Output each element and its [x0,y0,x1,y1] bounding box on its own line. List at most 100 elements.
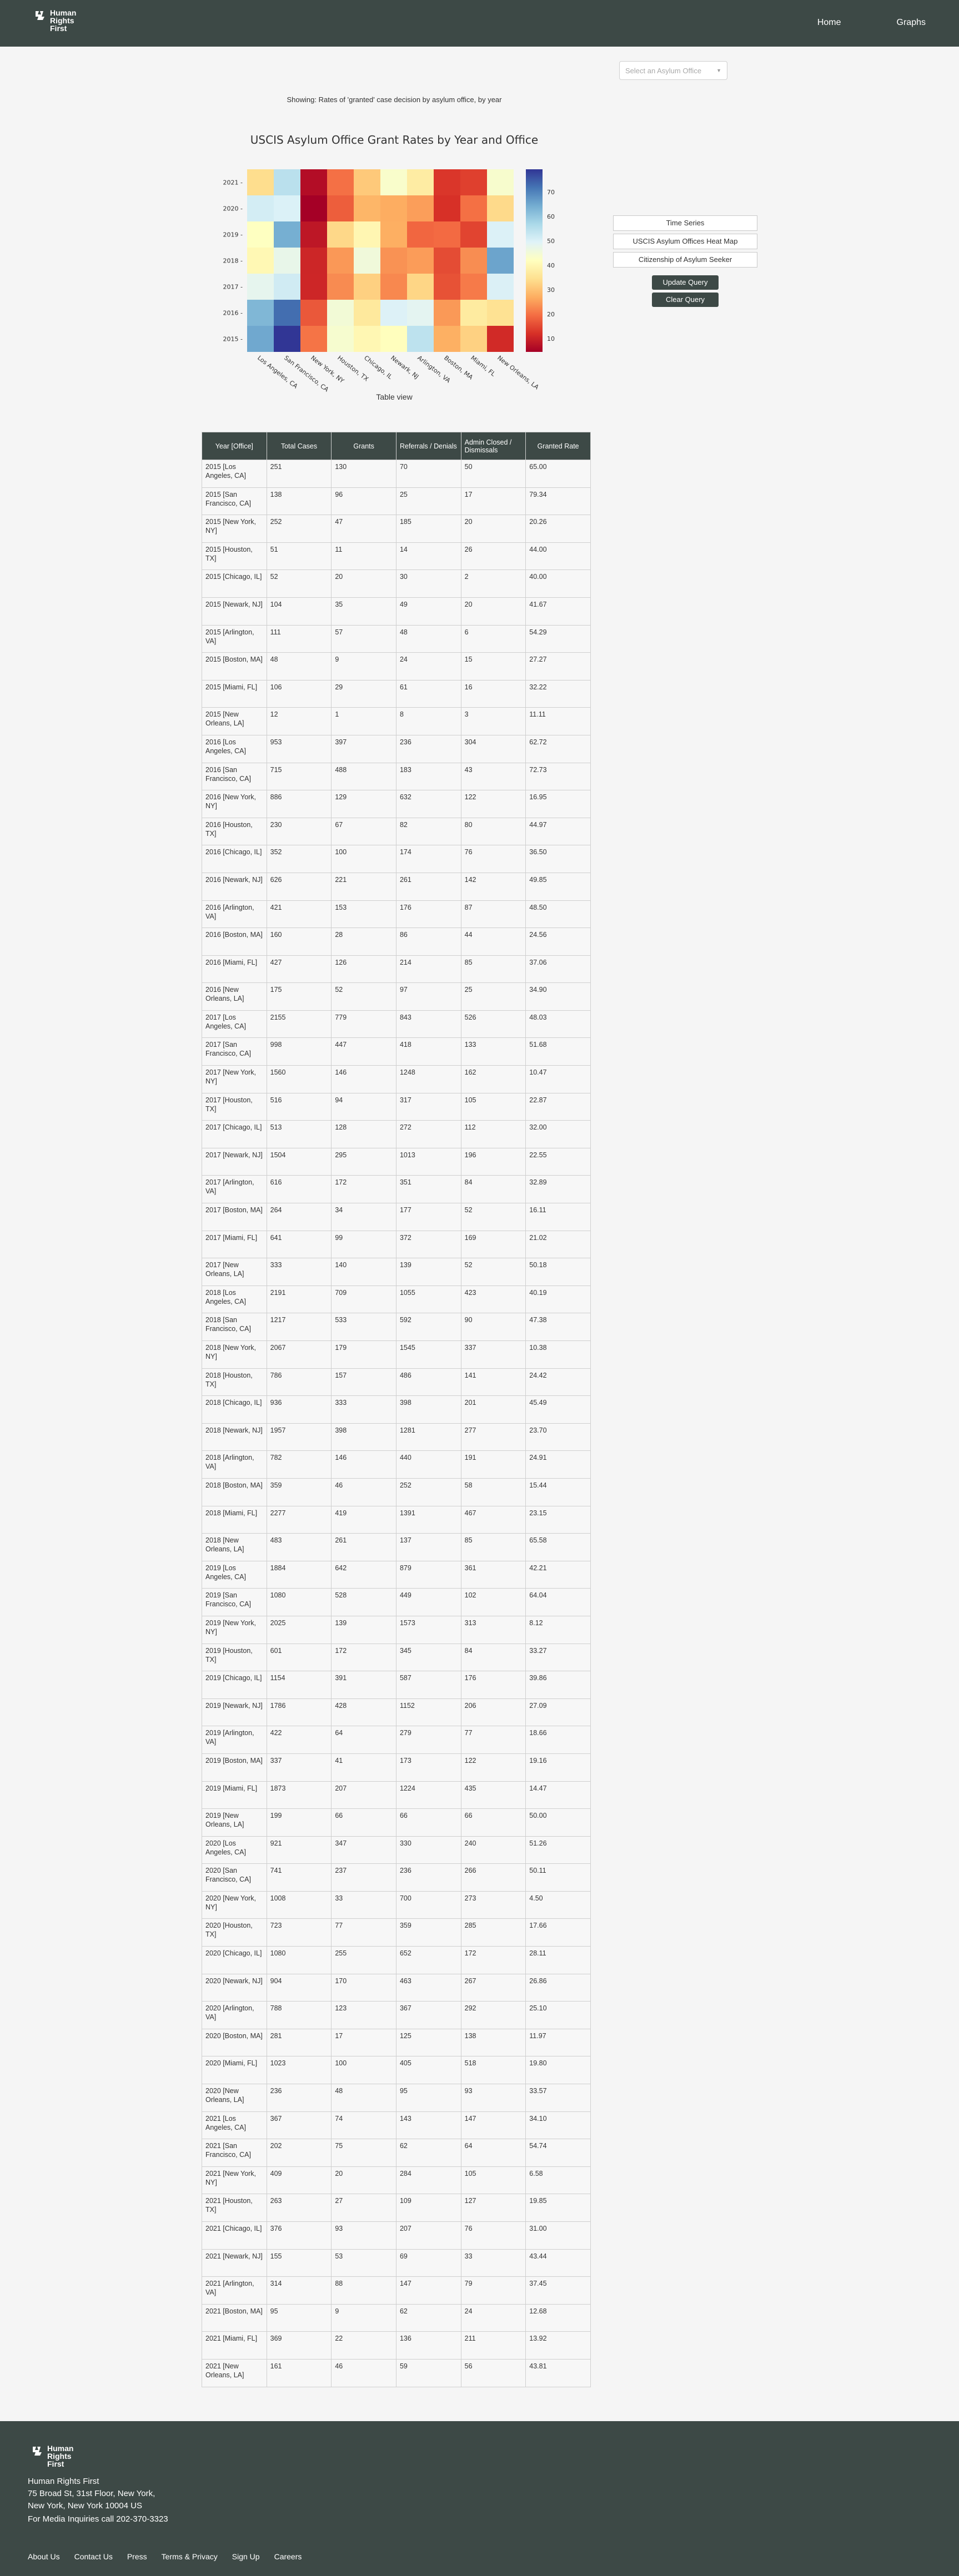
heatmap-cell[interactable] [487,195,514,221]
heatmap-cell[interactable] [380,300,407,326]
heatmap-cell[interactable] [434,326,460,352]
heatmap-cell[interactable] [300,300,327,326]
grant-rate-heatmap[interactable]: 2021 - 2020 - 2019 - 2018 - 2017 - 2016 - 2015… [189,161,600,394]
footer-link-press[interactable]: Press [127,2552,147,2561]
footer-link-signup[interactable]: Sign Up [232,2552,260,2561]
heatmap-cell[interactable] [247,169,274,195]
heatmap-cell[interactable] [407,300,434,326]
heatmap-cell[interactable] [407,195,434,221]
heatmap-cell[interactable] [300,221,327,248]
heatmap-cell[interactable] [460,274,487,300]
heatmap-cell[interactable] [407,169,434,195]
heatmap-cell[interactable] [354,300,380,326]
heatmap-cell[interactable] [487,300,514,326]
heatmap-cell[interactable] [487,274,514,300]
heatmap-cell[interactable] [274,221,300,248]
update-query-button[interactable]: Update Query [652,275,719,290]
footer-link-contact[interactable]: Contact Us [74,2552,113,2561]
heatmap-cell[interactable] [274,326,300,352]
table-cell: 17 [331,2028,396,2057]
table-row: 2015 [Newark, NJ] 104 35 49 20 41.67 [202,597,591,626]
heatmap-cell[interactable] [300,326,327,352]
heatmap-cell[interactable] [487,326,514,352]
nav-home-link[interactable]: Home [817,18,841,28]
heatmap-cell[interactable] [407,326,434,352]
table-cell: 155 [266,2249,332,2277]
table-cell: 2017 [Newark, NJ] [202,1147,267,1176]
heatmap-cell[interactable] [434,169,460,195]
table-cell: 141 [460,1368,526,1397]
table-cell: 97 [395,982,461,1011]
citizenship-option[interactable]: Citizenship of Asylum Seeker [613,252,757,268]
heatmap-cell[interactable] [380,248,407,274]
heatmap-cell[interactable] [274,195,300,221]
heatmap-cell[interactable] [380,326,407,352]
heatmap-cell[interactable] [354,195,380,221]
table-row: 2021 [Miami, FL] 369 22 136 211 13.92 [202,2331,591,2360]
table-cell: 64 [460,2139,526,2167]
heatmap-cell[interactable] [434,300,460,326]
heatmap-cell[interactable] [354,248,380,274]
heatmap-cell[interactable] [407,221,434,248]
heatmap-cell[interactable] [327,169,354,195]
heatmap-cell[interactable] [460,169,487,195]
heatmap-cell[interactable] [300,274,327,300]
heatmap-cell[interactable] [327,248,354,274]
heatmap-cell[interactable] [247,221,274,248]
heatmap-cell[interactable] [300,248,327,274]
heatmap-cell[interactable] [380,169,407,195]
heatmap-cell[interactable] [487,169,514,195]
heatmap-cell[interactable] [434,195,460,221]
heatmap-cell[interactable] [274,248,300,274]
heatmap-cell[interactable] [274,274,300,300]
heatmap-cell[interactable] [274,300,300,326]
table-cell: 449 [395,1588,461,1616]
footer-logo[interactable]: Human Rights First [31,2444,73,2468]
heatmap-cell[interactable] [407,248,434,274]
heatmap-cell[interactable] [274,169,300,195]
heatmap-cell[interactable] [354,221,380,248]
asylum-office-select[interactable]: Select an Asylum Office ▼ [619,61,727,80]
heatmap-cell[interactable] [247,195,274,221]
heatmap-cell[interactable] [327,221,354,248]
heatmap-cell[interactable] [380,274,407,300]
footer-link-terms[interactable]: Terms & Privacy [162,2552,218,2561]
heatmap-cell[interactable] [380,221,407,248]
table-cell: 405 [395,2056,461,2085]
table-cell: 486 [395,1368,461,1397]
heatmap-cell[interactable] [247,300,274,326]
nav-graphs-link[interactable]: Graphs [897,18,926,28]
heatmap-cell[interactable] [247,274,274,300]
heatmap-cell[interactable] [487,248,514,274]
heatmap-cell[interactable] [300,169,327,195]
table-cell: 2019 [Los Angeles, CA] [202,1560,267,1589]
footer-link-about[interactable]: About Us [28,2552,60,2561]
footer-link-careers[interactable]: Careers [274,2552,302,2561]
heatmap-cell[interactable] [247,248,274,274]
heatmap-cell[interactable] [487,221,514,248]
heatmap-cell[interactable] [327,195,354,221]
heatmap-cell[interactable] [300,195,327,221]
heatmap-cell[interactable] [460,195,487,221]
site-logo[interactable]: Human Rights First [33,9,76,32]
table-cell: 44.97 [525,817,591,846]
heatmap-cell[interactable] [354,169,380,195]
heatmap-cell[interactable] [434,221,460,248]
heatmap-cell[interactable] [380,195,407,221]
heatmap-cell[interactable] [327,326,354,352]
heatmap-cell[interactable] [434,248,460,274]
heatmap-cell[interactable] [247,326,274,352]
heatmap-cell[interactable] [327,274,354,300]
heatmap-cell[interactable] [460,221,487,248]
heat-map-option[interactable]: USCIS Asylum Offices Heat Map [613,234,757,249]
heatmap-cell[interactable] [327,300,354,326]
heatmap-cell[interactable] [460,248,487,274]
heatmap-cell[interactable] [354,326,380,352]
heatmap-cell[interactable] [354,274,380,300]
time-series-option[interactable]: Time Series [613,215,757,231]
heatmap-cell[interactable] [434,274,460,300]
heatmap-cell[interactable] [460,326,487,352]
clear-query-button[interactable]: Clear Query [652,293,719,307]
heatmap-cell[interactable] [460,300,487,326]
heatmap-cell[interactable] [407,274,434,300]
